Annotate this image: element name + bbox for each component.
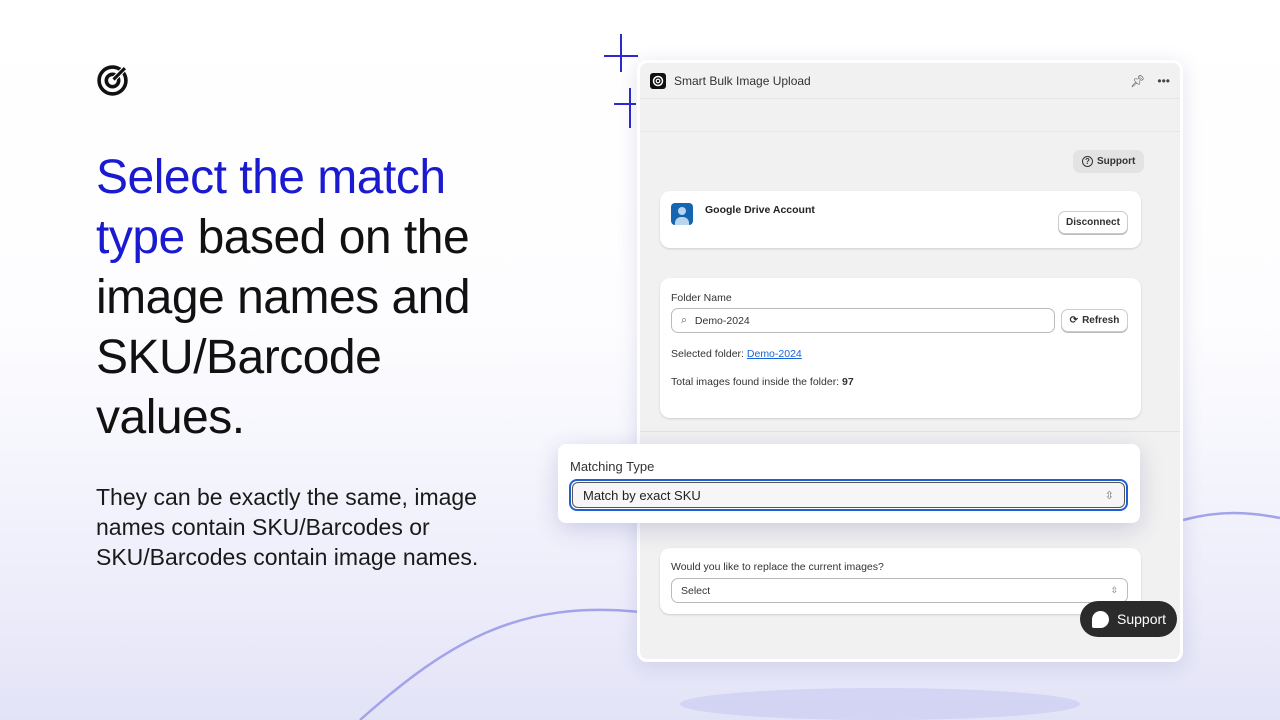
- google-drive-account-card: Google Drive Account Disconnect: [660, 191, 1141, 248]
- support-label: Support: [1097, 156, 1136, 167]
- disconnect-button[interactable]: Disconnect: [1058, 211, 1128, 234]
- refresh-button[interactable]: ⟳ Refresh: [1061, 309, 1128, 332]
- subtitle: They can be exactly the same, image name…: [96, 484, 479, 570]
- refresh-icon: ⟳: [1069, 315, 1079, 326]
- matching-type-value: Match by exact SKU: [583, 487, 701, 503]
- replace-images-label: Would you like to replace the current im…: [671, 561, 884, 573]
- sparkle-icon: [604, 34, 638, 128]
- help-circle-icon: ?: [1082, 156, 1093, 167]
- chat-bubble-icon: [1092, 610, 1109, 628]
- headline: Select the match type based on the image…: [96, 148, 536, 448]
- replace-images-card: Would you like to replace the current im…: [660, 548, 1141, 614]
- support-chat-label: Support: [1117, 611, 1167, 627]
- selected-folder-text: Selected folder: Demo-2024: [671, 348, 802, 360]
- folder-card: Folder Name ⌕ Demo-2024 ⟳ Refresh Selected…: [660, 278, 1141, 418]
- select-chevron-icon: ⇳: [1104, 489, 1114, 502]
- replace-images-select[interactable]: Select ⇳: [671, 578, 1128, 603]
- total-images-prefix: Total images found inside the folder:: [671, 376, 843, 388]
- support-button[interactable]: ? Support: [1073, 150, 1145, 173]
- title-bar: Smart Bulk Image Upload 📌︎ •••: [640, 63, 1180, 99]
- account-title: Google Drive Account: [705, 204, 815, 216]
- selected-folder-link[interactable]: Demo-2024: [747, 348, 802, 360]
- folder-name-label: Folder Name: [671, 292, 732, 304]
- matching-type-select[interactable]: Match by exact SKU ⇳: [569, 479, 1128, 511]
- app-title: Smart Bulk Image Upload: [674, 73, 811, 88]
- support-chat-button[interactable]: Support: [1080, 601, 1177, 637]
- total-images-text: Total images found inside the folder: 97: [671, 376, 854, 388]
- pin-icon[interactable]: 📌︎: [1130, 74, 1145, 88]
- refresh-label: Refresh: [1082, 315, 1120, 326]
- matching-type-label: Matching Type: [570, 459, 655, 474]
- select-chevron-icon: ⇳: [1110, 585, 1118, 595]
- search-icon: ⌕: [681, 314, 687, 326]
- replace-select-value: Select: [681, 584, 711, 597]
- folder-search-input[interactable]: ⌕ Demo-2024: [671, 308, 1055, 333]
- app-window: Smart Bulk Image Upload 📌︎ ••• ? Support G…: [637, 60, 1183, 662]
- avatar-icon: [671, 203, 693, 225]
- more-options-icon[interactable]: •••: [1157, 74, 1170, 88]
- total-images-count: 97: [842, 376, 854, 388]
- divider: [640, 431, 1180, 432]
- sub-bar: [640, 99, 1180, 132]
- matching-type-panel: Matching Type Match by exact SKU ⇳: [558, 444, 1140, 523]
- folder-input-value: Demo-2024: [694, 314, 750, 327]
- app-logo-icon: [650, 72, 666, 89]
- selected-folder-prefix: Selected folder:: [671, 348, 747, 360]
- brand-logo-icon: [97, 64, 129, 96]
